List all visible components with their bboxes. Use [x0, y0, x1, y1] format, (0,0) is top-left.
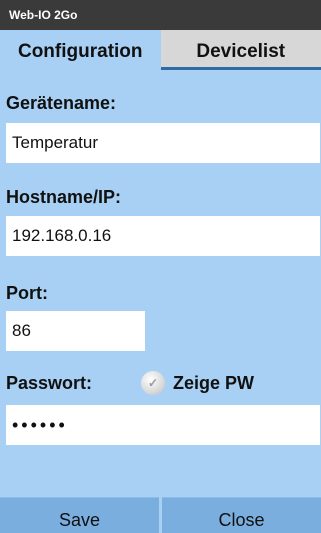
button-bar: Save Close — [0, 497, 321, 533]
hostname-label: Hostname/IP: — [6, 187, 122, 207]
devicename-field[interactable]: Temperatur — [6, 123, 320, 163]
devicename-value: Temperatur — [12, 133, 98, 152]
app-title: Web-IO 2Go — [9, 8, 78, 22]
devicename-label: Gerätename: — [6, 93, 117, 113]
app-title-bar: Web-IO 2Go — [0, 0, 321, 30]
close-button[interactable]: Close — [162, 497, 321, 533]
checkbox-icon[interactable]: ✓ — [141, 371, 165, 395]
password-field[interactable]: •••••• — [6, 405, 320, 445]
tab-devicelist[interactable]: Devicelist — [160, 30, 321, 70]
password-label: Passwort: — [6, 373, 93, 393]
tab-configuration[interactable]: Configuration — [0, 30, 161, 70]
password-value: •••••• — [12, 414, 68, 435]
port-label: Port: — [6, 283, 48, 303]
show-password-label: Zeige PW — [173, 372, 255, 393]
tab-bar: Configuration Devicelist — [0, 30, 321, 70]
save-button[interactable]: Save — [0, 497, 159, 533]
show-password-toggle[interactable]: ✓ Zeige PW — [141, 371, 254, 395]
hostname-field[interactable]: 192.168.0.16 — [6, 216, 320, 256]
port-value: 86 — [12, 321, 31, 340]
hostname-value: 192.168.0.16 — [12, 226, 112, 245]
port-field[interactable]: 86 — [6, 311, 145, 351]
